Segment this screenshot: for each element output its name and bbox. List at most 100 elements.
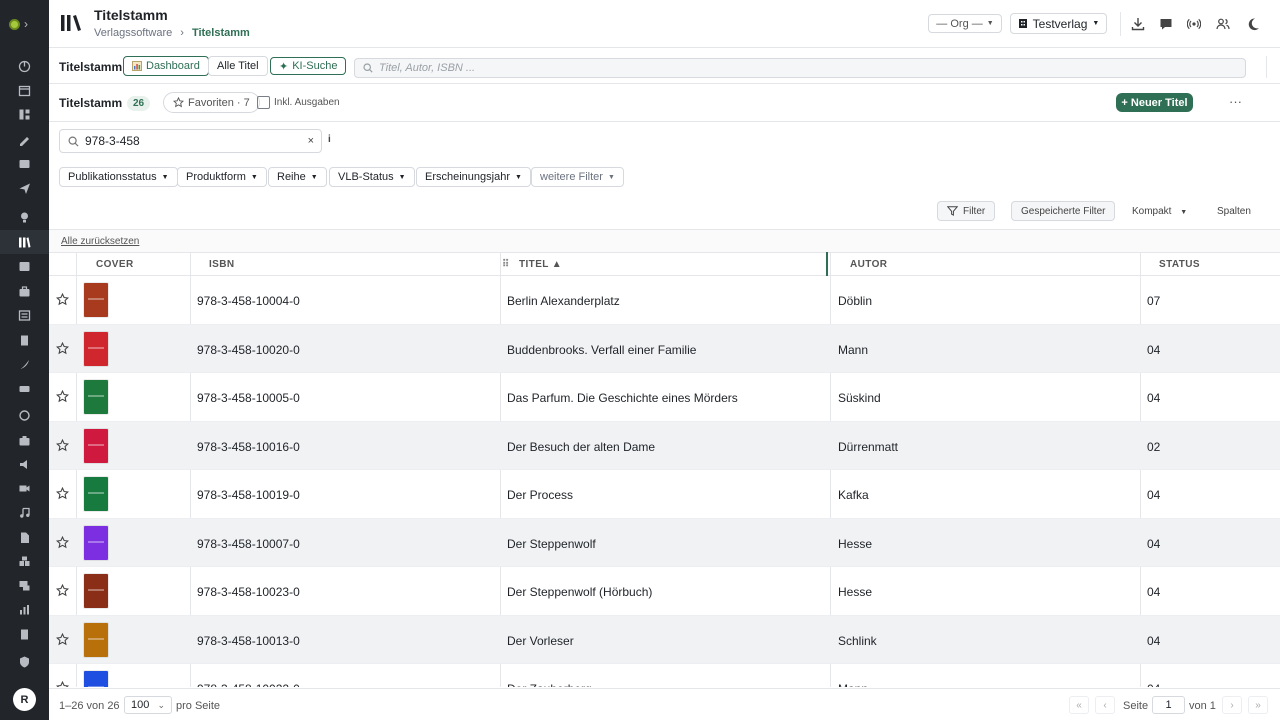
table-row[interactable]: 978-3-458-10005-0 Das Parfum. Die Geschic… xyxy=(49,373,1280,422)
columns-button[interactable]: Spalten xyxy=(1217,206,1251,217)
more-options-icon[interactable]: ··· xyxy=(1229,94,1242,109)
nav-icon-5[interactable] xyxy=(17,156,31,170)
filter-product-form[interactable]: Produktform ▼ xyxy=(177,167,267,187)
nav-icon-4[interactable] xyxy=(17,132,31,146)
favorite-star-icon[interactable] xyxy=(56,293,69,306)
download-icon[interactable] xyxy=(1130,16,1146,32)
per-page-select[interactable]: 100 ⌄ xyxy=(124,696,172,714)
new-title-button[interactable]: + Neuer Titel xyxy=(1116,93,1193,112)
nav-icon-25[interactable] xyxy=(17,654,31,668)
column-header-isbn[interactable]: ISBN xyxy=(209,259,235,270)
broadcast-icon[interactable] xyxy=(1186,16,1202,32)
nav-icon-11[interactable] xyxy=(17,308,31,322)
breadcrumb-root[interactable]: Verlagssoftware xyxy=(94,27,172,39)
table-row[interactable]: 978-3-458-10023-0 Der Steppenwolf (Hörbuc… xyxy=(49,567,1280,616)
table-search-input[interactable]: 978-3-458 × xyxy=(59,129,322,153)
saved-filters-button[interactable]: Gespeicherte Filter xyxy=(1011,201,1116,221)
nav-icon-9[interactable] xyxy=(17,259,31,273)
cell-title[interactable]: Der Steppenwolf xyxy=(507,537,596,551)
column-header-status[interactable]: STATUS xyxy=(1159,259,1200,270)
user-avatar[interactable]: R xyxy=(13,688,36,711)
cell-title[interactable]: Der Steppenwolf (Hörbuch) xyxy=(507,585,652,599)
info-icon[interactable]: i xyxy=(328,134,331,145)
nav-icon-17[interactable] xyxy=(17,457,31,471)
column-resize-handle[interactable] xyxy=(826,252,828,276)
ai-search-button[interactable]: ✦ KI-Suche xyxy=(270,57,347,75)
nav-icon-23[interactable] xyxy=(17,602,31,616)
cell-title[interactable]: Berlin Alexanderplatz xyxy=(507,294,620,308)
cell-title[interactable]: Der Zauberberg xyxy=(507,682,592,687)
table-row[interactable]: 978-3-458-10020-0 Buddenbrooks. Verfall e… xyxy=(49,324,1280,373)
favorite-star-icon[interactable] xyxy=(56,535,69,549)
favorite-star-icon[interactable] xyxy=(56,487,69,500)
table-row[interactable]: 978-3-458-10007-0 Der Steppenwolf Hesse 04 xyxy=(49,518,1280,567)
favorite-star-icon[interactable] xyxy=(56,341,69,355)
nav-icon-13[interactable] xyxy=(17,357,31,371)
drag-handle-icon[interactable]: ⠿ xyxy=(502,259,510,270)
prev-page-button[interactable]: ‹ xyxy=(1095,696,1115,714)
page-input[interactable]: 1 xyxy=(1152,696,1185,714)
cell-title[interactable]: Der Besuch der alten Dame xyxy=(507,440,655,454)
next-page-button[interactable]: › xyxy=(1222,696,1242,714)
nav-icon-7[interactable] xyxy=(17,210,31,224)
clear-search-icon[interactable]: × xyxy=(308,135,314,147)
nav-icon-21[interactable] xyxy=(17,554,31,568)
sidebar-toggle[interactable]: › xyxy=(9,15,39,33)
all-titles-button[interactable]: Alle Titel xyxy=(208,56,268,76)
cell-title[interactable]: Buddenbrooks. Verfall einer Familie xyxy=(507,343,696,357)
favorite-star-icon[interactable] xyxy=(56,390,69,403)
filter-more[interactable]: weitere Filter ▼ xyxy=(531,167,624,187)
filter-button[interactable]: Filter xyxy=(937,201,996,221)
include-editions-checkbox[interactable] xyxy=(257,96,270,109)
publisher-select[interactable]: Testverlag ▼ xyxy=(1010,13,1107,34)
nav-icon-16[interactable] xyxy=(17,433,31,447)
table-row[interactable]: 978-3-458-10016-0 Der Besuch der alten Da… xyxy=(49,421,1280,470)
reset-all-link[interactable]: Alle zurücksetzen xyxy=(61,236,139,247)
table-row[interactable]: 978-3-458-10004-0 Berlin Alexanderplatz Dö… xyxy=(49,276,1280,325)
org-select[interactable]: — Org — ▼ xyxy=(928,14,1002,33)
table-row[interactable]: 978-3-458-10022-0 Der Zauberberg Mann 04 xyxy=(49,664,1280,687)
nav-icon-24[interactable] xyxy=(17,627,31,641)
filter-vlb-status[interactable]: VLB-Status ▼ xyxy=(329,167,415,187)
cell-isbn: 978-3-458-10016-0 xyxy=(197,439,300,454)
cell-title[interactable]: Der Vorleser xyxy=(507,634,574,648)
dark-mode-icon[interactable] xyxy=(1245,16,1261,32)
favorite-star-icon[interactable] xyxy=(56,632,69,646)
column-header-cover[interactable]: COVER xyxy=(96,259,134,270)
favorite-star-icon[interactable] xyxy=(56,681,69,687)
density-select[interactable]: Kompakt ▼ xyxy=(1132,206,1187,217)
nav-icon-6[interactable] xyxy=(17,181,31,195)
title-search-input[interactable]: Titel, Autor, ISBN ... xyxy=(354,58,1246,78)
column-header-author[interactable]: AUTOR xyxy=(850,259,887,270)
nav-icon-22[interactable] xyxy=(17,578,31,592)
nav-icon-14[interactable] xyxy=(17,381,31,395)
users-icon[interactable] xyxy=(1215,16,1231,32)
filter-publication-status[interactable]: Publikationsstatus ▼ xyxy=(59,167,178,187)
filter-publication-year[interactable]: Erscheinungsjahr ▼ xyxy=(416,167,531,187)
favorite-star-icon[interactable] xyxy=(56,438,69,452)
favorites-filter[interactable]: Favoriten · 7 xyxy=(163,92,260,113)
last-page-button[interactable]: » xyxy=(1248,696,1268,714)
first-page-button[interactable]: « xyxy=(1069,696,1089,714)
nav-icon-12[interactable] xyxy=(17,333,31,347)
table-row[interactable]: 978-3-458-10013-0 Der Vorleser Schlink 04 xyxy=(49,615,1280,664)
nav-icon-2[interactable] xyxy=(17,83,31,97)
nav-icon-20[interactable] xyxy=(17,530,31,544)
nav-icon-19[interactable] xyxy=(17,505,31,519)
nav-icon-titelstamm[interactable] xyxy=(17,235,31,249)
dashboard-button[interactable]: Dashboard xyxy=(123,56,209,76)
favorite-star-icon[interactable] xyxy=(56,584,69,597)
nav-icon-18[interactable] xyxy=(17,481,31,495)
cell-title[interactable]: Der Process xyxy=(507,488,573,502)
cell-title[interactable]: Das Parfum. Die Geschichte eines Mörders xyxy=(507,391,738,405)
nav-icon-10[interactable] xyxy=(17,284,31,298)
filter-series[interactable]: Reihe ▼ xyxy=(268,167,327,187)
library-logo-icon[interactable] xyxy=(60,13,82,33)
table-row[interactable]: 978-3-458-10019-0 Der Process Kafka 04 xyxy=(49,470,1280,519)
nav-icon-3[interactable] xyxy=(17,107,31,121)
nav-icon-1[interactable] xyxy=(17,59,31,73)
chat-icon[interactable] xyxy=(1158,16,1174,32)
nav-icon-15[interactable] xyxy=(17,408,31,422)
cell-isbn: 978-3-458-10004-0 xyxy=(197,294,300,308)
column-header-title[interactable]: TITEL ▲ xyxy=(519,259,562,270)
